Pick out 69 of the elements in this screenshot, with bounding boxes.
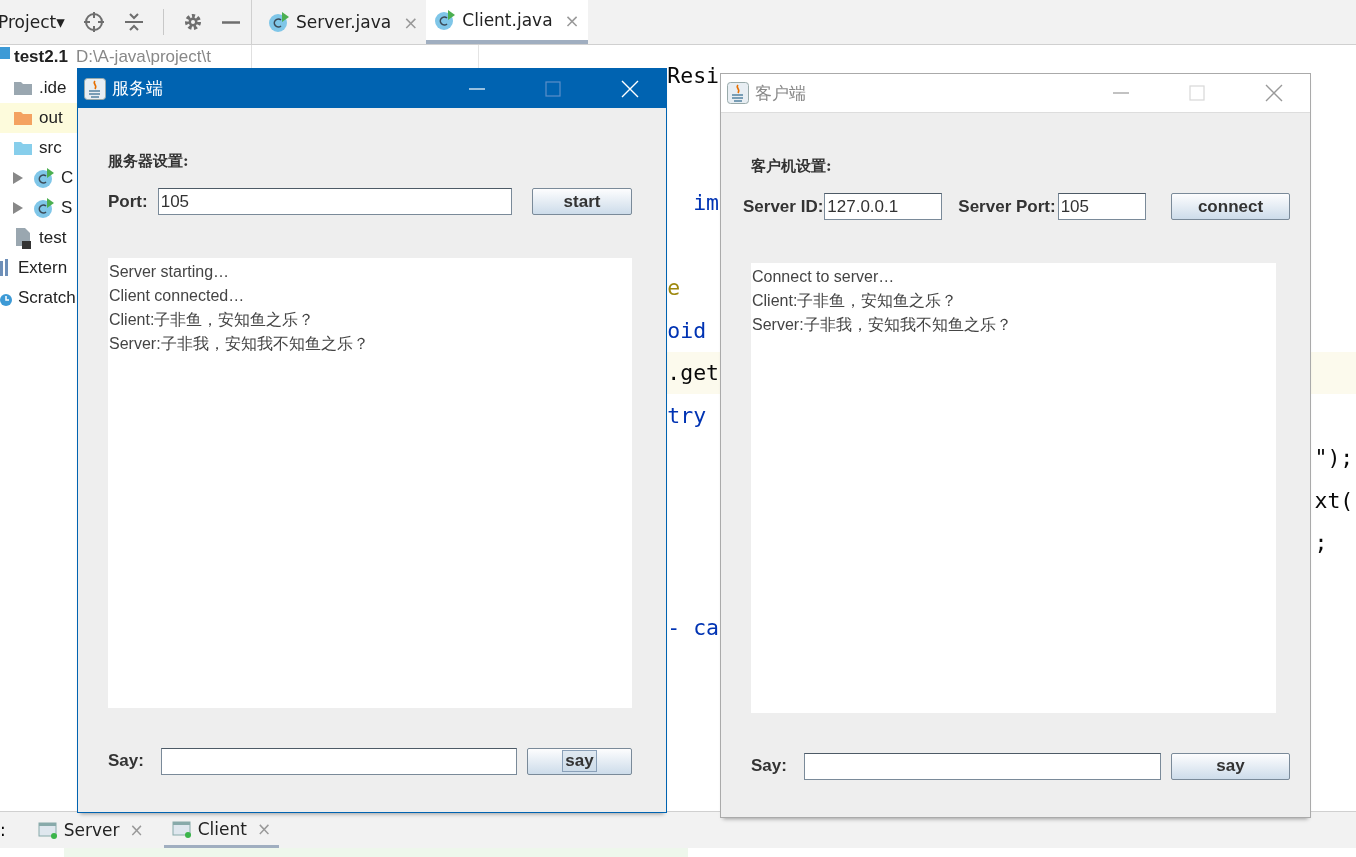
console-icon — [171, 818, 192, 839]
code-text: Resi — [667, 62, 720, 88]
java-icon — [727, 82, 749, 104]
code-text: "); — [1314, 445, 1354, 471]
tree-item[interactable]: src — [39, 138, 62, 158]
message-line: Server:子非我，安知我不知鱼之乐？ — [109, 334, 370, 354]
collapse-icon — [122, 11, 145, 33]
class-icon — [268, 11, 290, 33]
message-line: Client:子非鱼，安知鱼之乐？ — [109, 310, 316, 330]
section-heading: 客户机设置: — [751, 157, 833, 177]
expand-arrow-icon[interactable] — [13, 172, 23, 184]
field-label: Server ID: — [743, 196, 824, 217]
tree-item[interactable]: Extern — [18, 258, 68, 278]
close-icon — [1265, 84, 1283, 102]
maximize-icon — [545, 80, 561, 97]
locate-icon — [82, 11, 105, 33]
folder-icon — [13, 110, 33, 126]
editor-tab[interactable]: Server.java × — [260, 0, 427, 44]
java-icon — [84, 77, 106, 100]
code-text: try — [667, 402, 707, 428]
code-text: xt( — [1314, 487, 1354, 513]
class-icon — [33, 167, 55, 189]
file-icon — [13, 227, 33, 249]
module-path: D:\A-java\project\t — [75, 47, 211, 67]
window-title: 客户端 — [755, 81, 806, 105]
minimize-icon — [1113, 92, 1129, 94]
editor-tab[interactable]: Client.java × — [426, 0, 588, 44]
message-line: Client connected… — [109, 286, 246, 306]
message-line: Connect to server… — [752, 267, 896, 287]
maximize-icon — [1189, 85, 1205, 101]
connect-button[interactable]: start — [532, 188, 632, 215]
toolbar-text: : — [0, 820, 6, 840]
code-text: e — [667, 275, 681, 301]
code-text: - ca — [667, 615, 720, 641]
class-icon — [33, 197, 55, 219]
module-icon — [0, 47, 10, 59]
folder-icon — [13, 80, 33, 96]
tree-item[interactable]: test2.1 — [14, 47, 68, 67]
folder-icon — [13, 140, 33, 156]
tree-item[interactable]: .ide — [39, 78, 67, 98]
code-text: ; — [1314, 530, 1328, 556]
minimize-icon — [221, 20, 240, 24]
project-view-dropdown[interactable]: Project▾ — [0, 12, 65, 32]
window-title: 服务端 — [112, 77, 163, 100]
say-button[interactable]: say — [527, 747, 632, 775]
code-text: im — [693, 190, 720, 216]
tree-item[interactable]: out — [39, 108, 63, 128]
class-icon — [434, 9, 457, 31]
message-line: Client:子非鱼，安知鱼之乐？ — [752, 291, 959, 311]
message-line: Server:子非我，安知我不知鱼之乐？ — [752, 315, 1013, 335]
message-line: Server starting… — [109, 262, 231, 282]
close-icon — [621, 79, 639, 98]
tree-item[interactable]: S — [61, 198, 73, 218]
console-icon — [37, 820, 58, 840]
say-label: Say: — [751, 756, 787, 776]
section-heading: 服务器设置: — [108, 152, 190, 172]
text-field[interactable]: 105 — [157, 188, 512, 215]
expand-arrow-icon[interactable] — [13, 202, 23, 214]
say-label: Say: — [108, 751, 144, 771]
code-text: oid — [667, 317, 707, 343]
code-text: .get — [667, 360, 720, 386]
field-label: Server Port: — [958, 196, 1056, 217]
tree-item[interactable]: test — [39, 228, 67, 248]
tree-item[interactable]: C — [61, 168, 74, 188]
tree-item[interactable]: Scratch — [18, 288, 76, 308]
message-field[interactable] — [160, 747, 517, 775]
run-tab[interactable]: Server × — [29, 812, 152, 848]
field-label: Port: — [108, 191, 148, 212]
minimize-icon — [469, 87, 485, 90]
